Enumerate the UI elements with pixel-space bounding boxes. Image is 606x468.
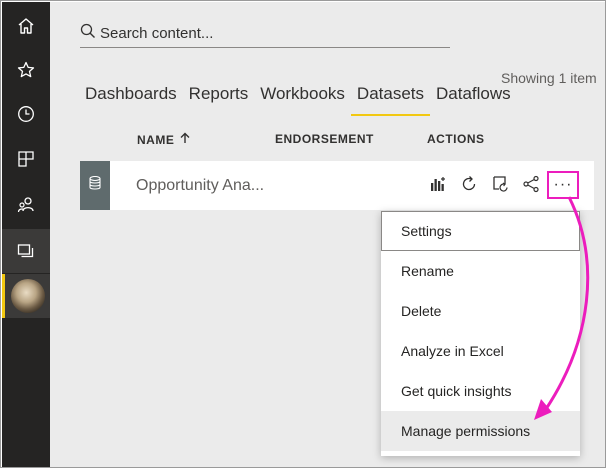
star-icon <box>17 61 35 79</box>
arrow-up-icon <box>180 132 190 147</box>
nav-workspace-avatar[interactable] <box>2 274 50 318</box>
search-icon <box>80 23 96 44</box>
avatar <box>10 279 45 313</box>
create-report-icon <box>429 175 447 198</box>
refresh-button[interactable] <box>457 174 481 198</box>
nav-favorites[interactable] <box>2 48 50 92</box>
row-type-cell <box>80 161 110 210</box>
table-row[interactable]: Opportunity Ana... ··· <box>80 161 594 210</box>
apps-icon <box>17 150 35 168</box>
create-report-button[interactable] <box>426 174 450 198</box>
menu-item-get-quick-insights[interactable]: Get quick insights <box>381 371 580 411</box>
share-button[interactable] <box>519 174 543 198</box>
nav-home[interactable] <box>2 4 50 48</box>
workspaces-icon <box>17 242 35 260</box>
dataset-name-link[interactable]: Opportunity Ana... <box>136 177 264 195</box>
nav-shared[interactable] <box>2 183 50 227</box>
more-options-button[interactable]: ··· <box>547 171 579 199</box>
menu-item-analyze-in-excel[interactable]: Analyze in Excel <box>381 331 580 371</box>
refresh-icon <box>460 175 478 198</box>
tab-datasets[interactable]: Datasets <box>350 82 431 116</box>
column-header-endorsement[interactable]: ENDORSEMENT <box>275 132 374 146</box>
database-icon <box>89 175 101 195</box>
schedule-refresh-button[interactable] <box>488 174 512 198</box>
clock-icon <box>17 105 35 123</box>
tab-workbooks[interactable]: Workbooks <box>254 82 351 116</box>
context-menu: Settings Rename Delete Analyze in Excel … <box>381 211 580 456</box>
menu-item-rename[interactable]: Rename <box>381 251 580 291</box>
nav-recent[interactable] <box>2 92 50 136</box>
tab-dataflows[interactable]: Dataflows <box>430 82 517 116</box>
menu-item-settings[interactable]: Settings <box>381 211 580 251</box>
tab-dashboards[interactable]: Dashboards <box>85 82 183 116</box>
nav-apps[interactable] <box>2 137 50 181</box>
schedule-refresh-icon <box>491 175 509 198</box>
nav-workspaces[interactable] <box>2 229 50 273</box>
more-options-icon: ··· <box>553 176 573 193</box>
content-tabs: Dashboards Reports Workbooks Datasets Da… <box>85 82 517 116</box>
menu-item-delete[interactable]: Delete <box>381 291 580 331</box>
search-input[interactable] <box>100 25 430 42</box>
home-icon <box>17 17 35 35</box>
column-header-name[interactable]: NAME <box>137 132 190 147</box>
tab-reports[interactable]: Reports <box>183 82 255 116</box>
share-icon <box>522 175 540 198</box>
column-header-name-label: NAME <box>137 132 175 147</box>
shared-icon <box>17 196 35 214</box>
app-window: Showing 1 item Dashboards Reports Workbo… <box>0 0 606 468</box>
menu-item-manage-permissions[interactable]: Manage permissions <box>381 411 580 451</box>
search-box <box>80 20 450 48</box>
column-header-actions: ACTIONS <box>427 132 485 146</box>
left-nav-rail <box>2 2 50 467</box>
main-content: Showing 1 item Dashboards Reports Workbo… <box>50 2 605 467</box>
